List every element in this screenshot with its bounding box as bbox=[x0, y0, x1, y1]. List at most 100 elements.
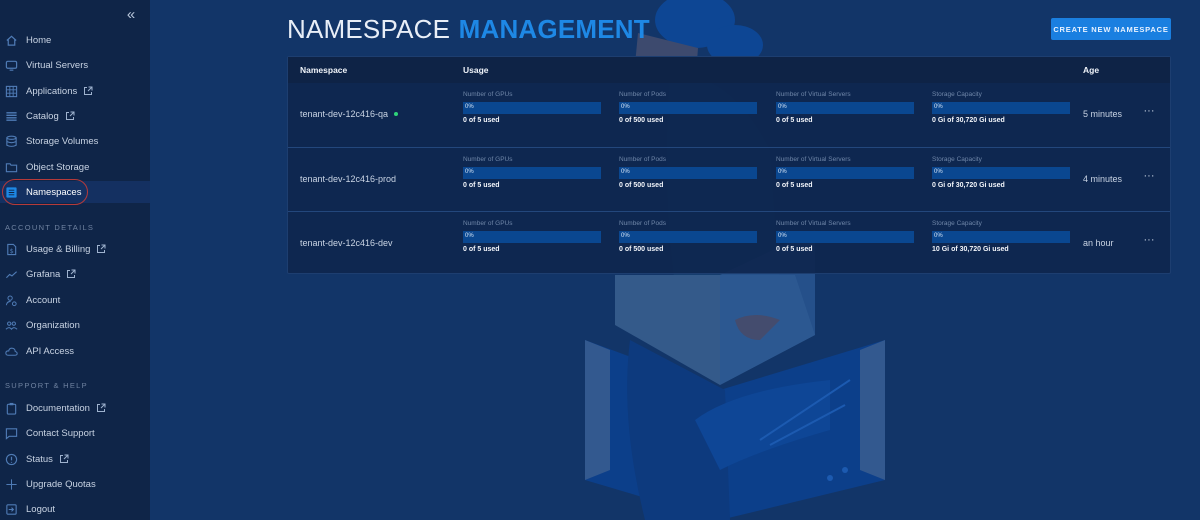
namespace-name[interactable]: tenant-dev-12c416-prod bbox=[300, 174, 396, 184]
usage-progress-bar: 0% bbox=[776, 231, 914, 243]
metric-label: Number of Pods bbox=[619, 220, 666, 227]
namespace-name[interactable]: tenant-dev-12c416-qa bbox=[300, 109, 399, 119]
cloud-icon bbox=[4, 344, 18, 358]
chart-line-icon bbox=[4, 267, 18, 281]
metric-used-text: 0 of 5 used bbox=[776, 117, 813, 124]
usage-progress-bar: 0% bbox=[776, 167, 914, 179]
metric-used-text: 0 of 5 used bbox=[463, 117, 500, 124]
namespace-name-text: tenant-dev-12c416-dev bbox=[300, 238, 393, 248]
sidebar-item-namespaces[interactable]: Namespaces bbox=[0, 181, 150, 203]
sidebar-item-grafana[interactable]: Grafana bbox=[0, 263, 150, 285]
sidebar-item-usage-billing[interactable]: $ Usage & Billing bbox=[0, 238, 150, 260]
sidebar-item-object-storage[interactable]: Object Storage bbox=[0, 156, 150, 178]
sidebar-item-label: Grafana bbox=[26, 268, 61, 280]
usage-percent: 0% bbox=[934, 169, 943, 175]
sidebar-item-label: Catalog bbox=[26, 110, 59, 122]
sidebar-item-applications[interactable]: Applications bbox=[0, 80, 150, 102]
sidebar-item-label: Usage & Billing bbox=[26, 243, 91, 255]
sidebar-item-account[interactable]: Account bbox=[0, 289, 150, 311]
sidebar-item-label: Organization bbox=[26, 319, 80, 331]
table-row[interactable]: tenant-dev-12c416-qa Number of GPUs 0% 0… bbox=[288, 83, 1170, 147]
metric-used-text: 0 of 500 used bbox=[619, 182, 664, 189]
metric-label: Storage Capacity bbox=[932, 156, 982, 163]
metric-used-text: 0 of 500 used bbox=[619, 246, 664, 253]
external-link-icon bbox=[96, 403, 106, 413]
sidebar-item-home[interactable]: Home bbox=[0, 29, 150, 51]
usage-metric: Number of GPUs 0% 0 of 5 used bbox=[463, 156, 601, 189]
table-row[interactable]: tenant-dev-12c416-prod Number of GPUs 0%… bbox=[288, 147, 1170, 211]
sidebar-item-label: Applications bbox=[26, 85, 78, 97]
metric-label: Storage Capacity bbox=[932, 91, 982, 98]
usage-metric: Storage Capacity 0% 10 Gi of 30,720 Gi u… bbox=[932, 220, 1070, 253]
metric-used-text: 0 of 500 used bbox=[619, 117, 664, 124]
sidebar-item-api-access[interactable]: API Access bbox=[0, 340, 150, 362]
external-link-icon bbox=[96, 244, 106, 254]
chat-icon bbox=[4, 426, 18, 440]
usage-metric: Number of Virtual Servers 0% 0 of 5 used bbox=[776, 220, 914, 253]
sidebar-item-documentation[interactable]: Documentation bbox=[0, 397, 150, 419]
page-title-bold: MANAGEMENT bbox=[458, 14, 650, 44]
metric-label: Number of Pods bbox=[619, 156, 666, 163]
usage-progress-bar: 0% bbox=[619, 102, 757, 114]
metric-used-text: 0 Gi of 30,720 Gi used bbox=[932, 117, 1005, 124]
usage-progress-bar: 0% bbox=[776, 102, 914, 114]
usage-percent: 0% bbox=[465, 104, 474, 110]
sidebar-item-virtual-servers[interactable]: Virtual Servers bbox=[0, 54, 150, 76]
metric-label: Number of Virtual Servers bbox=[776, 91, 851, 98]
logout-icon bbox=[4, 502, 18, 516]
usage-percent: 0% bbox=[621, 169, 630, 175]
namespace-name-text: tenant-dev-12c416-qa bbox=[300, 109, 389, 119]
usage-metric: Number of GPUs 0% 0 of 5 used bbox=[463, 91, 601, 124]
sidebar-item-upgrade-quotas[interactable]: Upgrade Quotas bbox=[0, 473, 150, 495]
create-namespace-button[interactable]: CREATE NEW NAMESPACE bbox=[1051, 18, 1171, 40]
metric-used-text: 0 Gi of 30,720 Gi used bbox=[932, 182, 1005, 189]
sidebar-item-organization[interactable]: Organization bbox=[0, 314, 150, 336]
sidebar-item-contact-support[interactable]: Contact Support bbox=[0, 422, 150, 444]
external-link-icon bbox=[66, 269, 76, 279]
usage-percent: 0% bbox=[465, 169, 474, 175]
sidebar-item-catalog[interactable]: Catalog bbox=[0, 105, 150, 127]
usage-metric: Storage Capacity 0% 0 Gi of 30,720 Gi us… bbox=[932, 156, 1070, 189]
table-row[interactable]: tenant-dev-12c416-dev Number of GPUs 0% … bbox=[288, 211, 1170, 275]
sidebar-item-label: Storage Volumes bbox=[26, 135, 99, 147]
usage-progress-bar: 0% bbox=[619, 231, 757, 243]
usage-percent: 0% bbox=[778, 233, 787, 239]
collapse-sidebar-button[interactable]: « bbox=[123, 6, 139, 24]
sidebar-item-label: API Access bbox=[26, 345, 75, 357]
sidebar-item-label: Namespaces bbox=[26, 186, 82, 198]
usage-progress-bar: 0% bbox=[932, 231, 1070, 243]
more-actions-button[interactable]: ··· bbox=[1140, 234, 1158, 248]
sidebar-item-storage-volumes[interactable]: Storage Volumes bbox=[0, 130, 150, 152]
metric-label: Number of GPUs bbox=[463, 91, 513, 98]
sidebar-item-label: Status bbox=[26, 453, 53, 465]
namespace-name-text: tenant-dev-12c416-prod bbox=[300, 174, 397, 184]
metric-label: Number of Virtual Servers bbox=[776, 156, 851, 163]
usage-progress-bar: 0% bbox=[463, 167, 601, 179]
sidebar-item-status[interactable]: Status bbox=[0, 448, 150, 470]
namespace-icon bbox=[4, 185, 18, 199]
usage-percent: 0% bbox=[778, 169, 787, 175]
sidebar-item-logout[interactable]: Logout bbox=[0, 498, 150, 520]
sidebar: « Home Virtual Servers Applications Cata… bbox=[0, 0, 150, 520]
sidebar-item-label: Documentation bbox=[26, 402, 90, 414]
usage-metric: Number of GPUs 0% 0 of 5 used bbox=[463, 220, 601, 253]
usage-percent: 0% bbox=[934, 233, 943, 239]
usage-percent: 0% bbox=[465, 233, 474, 239]
metric-used-text: 0 of 5 used bbox=[776, 182, 813, 189]
sidebar-item-label: Account bbox=[26, 294, 61, 306]
usage-progress-bar: 0% bbox=[463, 102, 601, 114]
more-actions-button[interactable]: ··· bbox=[1140, 105, 1158, 119]
namespace-name[interactable]: tenant-dev-12c416-dev bbox=[300, 238, 393, 248]
usage-progress-bar: 0% bbox=[932, 167, 1070, 179]
table-body: tenant-dev-12c416-qa Number of GPUs 0% 0… bbox=[288, 83, 1170, 275]
list-icon bbox=[4, 109, 18, 123]
table-header: Namespace Usage Age bbox=[288, 57, 1170, 83]
usage-progress-bar: 0% bbox=[932, 102, 1070, 114]
metric-used-text: 0 of 5 used bbox=[776, 246, 813, 253]
namespace-age: an hour bbox=[1083, 238, 1114, 248]
folder-icon bbox=[4, 160, 18, 174]
usage-metric: Number of Virtual Servers 0% 0 of 5 used bbox=[776, 91, 914, 124]
more-actions-button[interactable]: ··· bbox=[1140, 170, 1158, 184]
usage-percent: 0% bbox=[621, 104, 630, 110]
metric-used-text: 10 Gi of 30,720 Gi used bbox=[932, 246, 1009, 253]
